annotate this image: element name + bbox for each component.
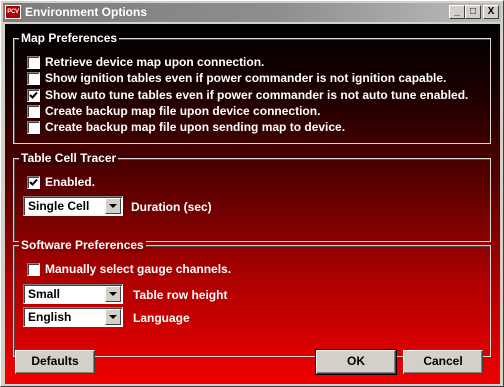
environment-options-window: PCV Environment Options _ □ X Map Prefer… <box>0 0 504 387</box>
dialog-client-area: Map Preferences Retrieve device map upon… <box>5 24 500 384</box>
duration-select[interactable]: Single Cell <box>23 196 123 216</box>
chevron-down-icon[interactable] <box>105 309 121 325</box>
software-preferences-legend: Software Preferences <box>19 238 146 252</box>
row-height-label: Table row height <box>133 288 228 302</box>
backup-on-connect-option[interactable]: Create backup map file upon device conne… <box>27 104 320 118</box>
backup-on-send-checkbox[interactable] <box>27 120 40 134</box>
cancel-button[interactable]: Cancel <box>403 350 483 374</box>
close-button[interactable]: X <box>483 5 499 19</box>
title-bar[interactable]: PCV Environment Options _ □ X <box>3 3 501 22</box>
defaults-button[interactable]: Defaults <box>15 350 95 374</box>
row-height-select[interactable]: Small <box>23 284 123 304</box>
backup-on-connect-checkbox[interactable] <box>27 104 40 118</box>
show-ignition-option[interactable]: Show ignition tables even if power comma… <box>27 71 446 85</box>
manual-gauge-checkbox[interactable] <box>27 262 40 276</box>
backup-on-send-label: Create backup map file upon sending map … <box>45 120 346 134</box>
retrieve-map-checkbox[interactable] <box>27 55 40 69</box>
checkmark-icon <box>29 91 38 99</box>
manual-gauge-option[interactable]: Manually select gauge channels. <box>27 262 231 276</box>
chevron-down-icon[interactable] <box>105 198 121 214</box>
table-cell-tracer-legend: Table Cell Tracer <box>19 151 119 165</box>
window-title: Environment Options <box>25 5 148 19</box>
language-label: Language <box>133 311 190 325</box>
ok-button[interactable]: OK <box>315 349 397 375</box>
retrieve-map-label: Retrieve device map upon connection. <box>45 55 265 69</box>
app-icon: PCV <box>5 5 21 19</box>
show-autotune-label: Show auto tune tables even if power comm… <box>45 88 469 102</box>
duration-select-value: Single Cell <box>28 199 90 213</box>
minimize-button[interactable]: _ <box>449 5 465 19</box>
chevron-down-icon[interactable] <box>105 286 121 302</box>
language-select-value: English <box>28 310 72 324</box>
show-ignition-label: Show ignition tables even if power comma… <box>45 71 447 85</box>
tracer-enabled-checkbox[interactable] <box>27 175 40 189</box>
show-ignition-checkbox[interactable] <box>27 71 40 85</box>
tracer-enabled-label: Enabled. <box>45 175 96 189</box>
manual-gauge-label: Manually select gauge channels. <box>45 262 232 276</box>
show-autotune-checkbox[interactable] <box>27 88 40 102</box>
language-select[interactable]: English <box>23 307 123 327</box>
backup-on-send-option[interactable]: Create backup map file upon sending map … <box>27 120 345 134</box>
map-preferences-legend: Map Preferences <box>19 31 120 45</box>
backup-on-connect-label: Create backup map file upon device conne… <box>45 104 321 118</box>
checkmark-icon <box>29 178 38 186</box>
retrieve-map-option[interactable]: Retrieve device map upon connection. <box>27 55 264 69</box>
row-height-select-value: Small <box>28 287 61 301</box>
maximize-button[interactable]: □ <box>465 5 481 19</box>
tracer-enabled-option[interactable]: Enabled. <box>27 175 95 189</box>
show-autotune-option[interactable]: Show auto tune tables even if power comm… <box>27 88 468 102</box>
duration-label: Duration (sec) <box>131 200 212 214</box>
